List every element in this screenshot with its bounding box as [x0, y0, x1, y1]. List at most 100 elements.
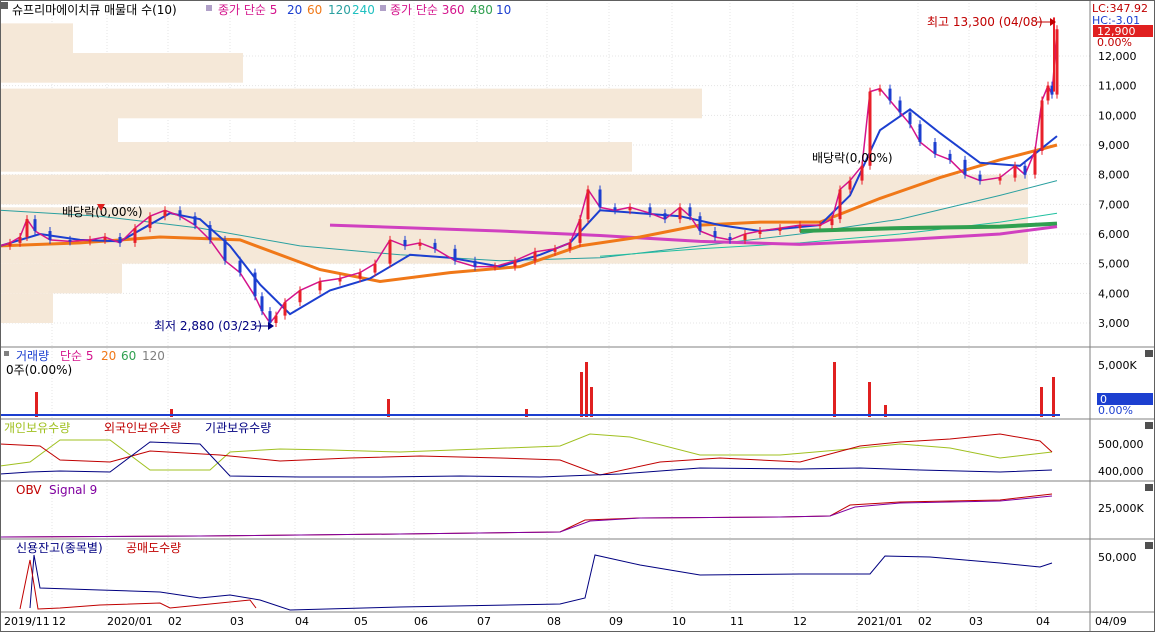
candle-body — [578, 219, 582, 243]
candle-body — [433, 242, 437, 249]
volume-profile-bar — [0, 263, 122, 294]
candle-body — [1040, 100, 1044, 151]
legend-ma-period-10[interactable]: 10 — [496, 3, 511, 17]
x-axis-label: 10 — [672, 615, 686, 628]
candle-body — [818, 225, 822, 227]
candle-body — [338, 278, 342, 282]
x-axis-label: 2021/01 — [857, 615, 903, 628]
volume-bar — [833, 362, 836, 417]
candle-body — [908, 112, 912, 125]
credit-legend-short[interactable]: 공매도수량 — [126, 541, 181, 555]
candle-body — [533, 251, 537, 261]
price-tick: 11,000 — [1098, 80, 1137, 93]
price-tick: 4,000 — [1098, 287, 1130, 300]
candle-body — [283, 302, 287, 316]
volume-bar — [1040, 387, 1043, 417]
candle-body — [1013, 165, 1017, 178]
candle-body — [18, 236, 22, 243]
candle-body — [898, 100, 902, 113]
credit-tick-50000: 50,000 — [1098, 551, 1137, 564]
price-tick: 9,000 — [1098, 139, 1130, 152]
holders-legend-institution[interactable]: 기관보유수량 — [205, 421, 271, 435]
candle-body — [698, 216, 702, 232]
legend-ma-period-240[interactable]: 240 — [352, 3, 375, 17]
legend-ma-label-1[interactable]: 종가 단순 5 — [218, 3, 277, 17]
candle-body — [48, 231, 52, 240]
candle-body — [208, 225, 212, 240]
candle-body — [553, 248, 557, 252]
x-axis-label: 02 — [168, 615, 182, 628]
candle-body — [860, 165, 864, 181]
candle-body — [918, 124, 922, 143]
volume-legend-ma-120[interactable]: 120 — [142, 349, 165, 363]
candle-body — [628, 207, 632, 211]
price-tick: 3,000 — [1098, 317, 1130, 330]
candle-body — [758, 231, 762, 234]
legend-ma-period-480[interactable]: 480 — [470, 3, 493, 17]
legend-ma-label-2[interactable]: 종가 단순 360 — [390, 3, 465, 17]
annotation-low: 최저 2,880 (03/23) — [154, 319, 262, 333]
candle-body — [728, 236, 732, 240]
candle-body — [1033, 150, 1037, 175]
x-axis-label: 03 — [230, 615, 244, 628]
candle-body — [1023, 165, 1027, 175]
price-tick: 7,000 — [1098, 198, 1130, 211]
volume-legend-ma-20[interactable]: 20 — [101, 349, 116, 363]
volume-legend-ma[interactable]: 단순 5 — [60, 349, 94, 363]
close-icon[interactable] — [1145, 350, 1153, 357]
candle-body — [848, 180, 852, 190]
close-icon[interactable] — [1145, 422, 1153, 429]
obv-legend-obv[interactable]: OBV — [16, 483, 42, 497]
price-tick: 12,000 — [1098, 50, 1137, 63]
legend-bullet-icon — [206, 5, 212, 11]
volume-bar — [1052, 377, 1055, 417]
candle-body — [88, 239, 92, 242]
candle-body — [1046, 85, 1050, 101]
candle-body — [888, 88, 892, 101]
annotation-dividend-2: 배당락(0,00%) — [812, 151, 893, 165]
volume-tick-5000k: 5,000K — [1098, 359, 1137, 372]
legend-ma-period-120[interactable]: 120 — [328, 3, 351, 17]
holders-legend-individual[interactable]: 개인보유수량 — [4, 421, 70, 435]
volume-legend-title[interactable]: 거래량 — [16, 349, 49, 363]
candle-body — [403, 239, 407, 246]
close-icon[interactable] — [1145, 484, 1153, 491]
volume-bar — [868, 382, 871, 417]
volume-bar — [35, 392, 38, 417]
holders-tick-500000: 500,000 — [1098, 438, 1144, 451]
candle-body — [25, 219, 29, 237]
candle-body — [493, 266, 497, 268]
candle-body — [133, 228, 137, 243]
stock-chart[interactable]: 슈프리마에이치큐 매물대 수(10) 종가 단순 5 20 60 120 240… — [0, 0, 1155, 632]
legend-ma-period-20[interactable]: 20 — [287, 3, 302, 17]
candle-body — [33, 219, 37, 232]
volume-profile-bar — [0, 23, 73, 54]
holders-legend-foreign[interactable]: 외국인보유수량 — [104, 421, 181, 435]
x-axis-label: 2019/11 — [4, 615, 50, 628]
holders-tick-400000: 400,000 — [1098, 465, 1144, 478]
volume-legend-ma-60[interactable]: 60 — [121, 349, 136, 363]
volume-legend-box-icon — [4, 351, 9, 356]
candle-body — [358, 272, 362, 279]
candle-body — [118, 236, 122, 243]
candle-body — [373, 263, 377, 273]
price-tick: 6,000 — [1098, 228, 1130, 241]
x-axis-label: 06 — [414, 615, 428, 628]
change-pct-label: 0.00% — [1097, 36, 1132, 49]
candle-body — [743, 234, 747, 240]
legend-ma-period-60[interactable]: 60 — [307, 3, 322, 17]
candle-body — [453, 248, 457, 261]
candle-body — [948, 153, 952, 160]
candle-body — [663, 213, 667, 220]
legend-symbol[interactable]: 슈프리마에이치큐 매물대 수(10) — [12, 3, 177, 17]
candle-body — [388, 239, 392, 264]
price-tick: 5,000 — [1098, 258, 1130, 271]
candle-body — [998, 177, 1002, 181]
candle-body — [713, 231, 717, 237]
candle-body — [163, 210, 167, 217]
credit-legend-balance[interactable]: 신용잔고(종목별) — [16, 541, 103, 555]
close-icon[interactable] — [1145, 542, 1153, 549]
candle-body — [298, 290, 302, 303]
obv-legend-signal[interactable]: Signal 9 — [49, 483, 97, 497]
x-axis-label: 04 — [295, 615, 309, 628]
